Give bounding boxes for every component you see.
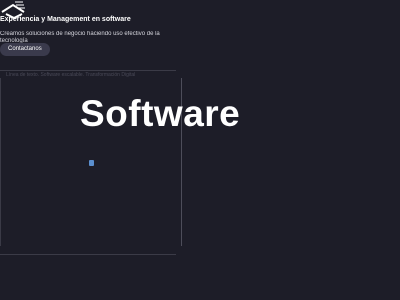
contact-button[interactable]: Contactanos bbox=[0, 43, 50, 56]
software-heading: Software bbox=[80, 93, 241, 134]
hero-subtitle: Creamos soluciones de negocio haciendo u… bbox=[0, 31, 160, 43]
section-divider-top bbox=[0, 70, 176, 71]
section-divider-bottom bbox=[0, 254, 176, 255]
cursor-marker bbox=[89, 160, 94, 166]
hero-headline: Experiencia y Management en software bbox=[0, 16, 131, 23]
